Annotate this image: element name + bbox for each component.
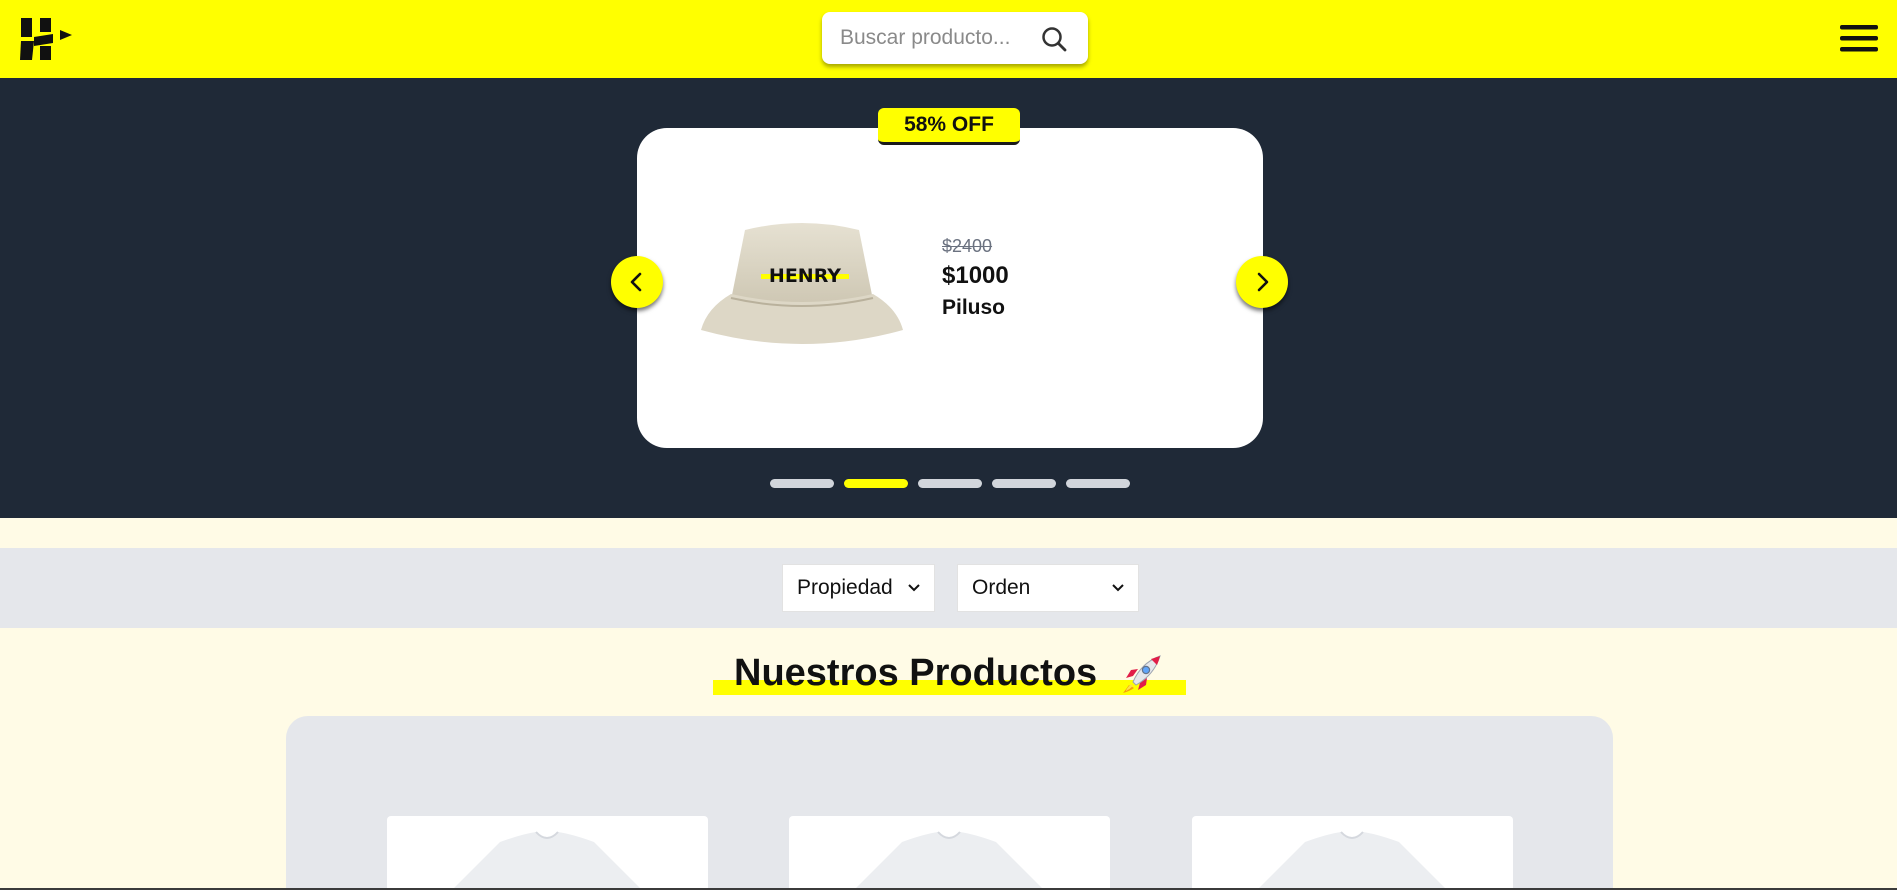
sale-price: $1000 xyxy=(942,262,1009,289)
chevron-down-icon xyxy=(908,584,920,592)
hamburger-menu-icon[interactable] xyxy=(1840,22,1878,54)
search-box xyxy=(822,12,1088,64)
property-select[interactable]: Propiedad xyxy=(782,564,935,612)
chevron-right-icon xyxy=(1257,272,1269,292)
carousel-indicator[interactable] xyxy=(992,479,1056,488)
product-card[interactable] xyxy=(387,816,708,890)
carousel-indicator[interactable] xyxy=(844,479,908,488)
top-navbar xyxy=(0,0,1897,78)
product-card[interactable] xyxy=(789,816,1110,890)
hat-brand-text: HENRY xyxy=(769,265,841,287)
original-price: $2400 xyxy=(942,236,993,256)
section-title: Nuestros Productos xyxy=(734,652,1098,694)
carousel-indicators xyxy=(770,479,1130,488)
chevron-left-icon xyxy=(630,272,642,292)
products-grid xyxy=(286,716,1613,890)
offer-card[interactable]: HENRY $2400 $1000 Piluso xyxy=(637,128,1263,448)
product-card[interactable] xyxy=(1192,816,1513,890)
discount-badge: 58% OFF xyxy=(878,108,1020,145)
product-name: Piluso xyxy=(942,296,1006,319)
search-icon[interactable] xyxy=(1040,25,1068,53)
filter-bar: Propiedad Orden xyxy=(0,548,1897,628)
henry-logo-icon[interactable] xyxy=(20,18,76,60)
carousel-indicator[interactable] xyxy=(770,479,834,488)
order-select-value: Orden xyxy=(972,576,1031,599)
hero-carousel: HENRY $2400 $1000 Piluso 58% OFF xyxy=(0,78,1897,518)
rocket-icon xyxy=(1123,655,1161,693)
chevron-down-icon xyxy=(1112,584,1124,592)
property-select-value: Propiedad xyxy=(797,576,893,599)
carousel-prev-button[interactable] xyxy=(611,256,663,308)
carousel-indicator[interactable] xyxy=(1066,479,1130,488)
carousel-indicator[interactable] xyxy=(918,479,982,488)
t-shirt-icon xyxy=(854,831,1044,890)
t-shirt-icon xyxy=(452,831,642,890)
carousel-next-button[interactable] xyxy=(1236,256,1288,308)
products-heading: Nuestros Productos xyxy=(713,650,1186,698)
bucket-hat-icon: HENRY xyxy=(701,223,903,344)
search-input[interactable] xyxy=(840,24,1040,52)
order-select[interactable]: Orden xyxy=(957,564,1139,612)
t-shirt-icon xyxy=(1257,831,1447,890)
